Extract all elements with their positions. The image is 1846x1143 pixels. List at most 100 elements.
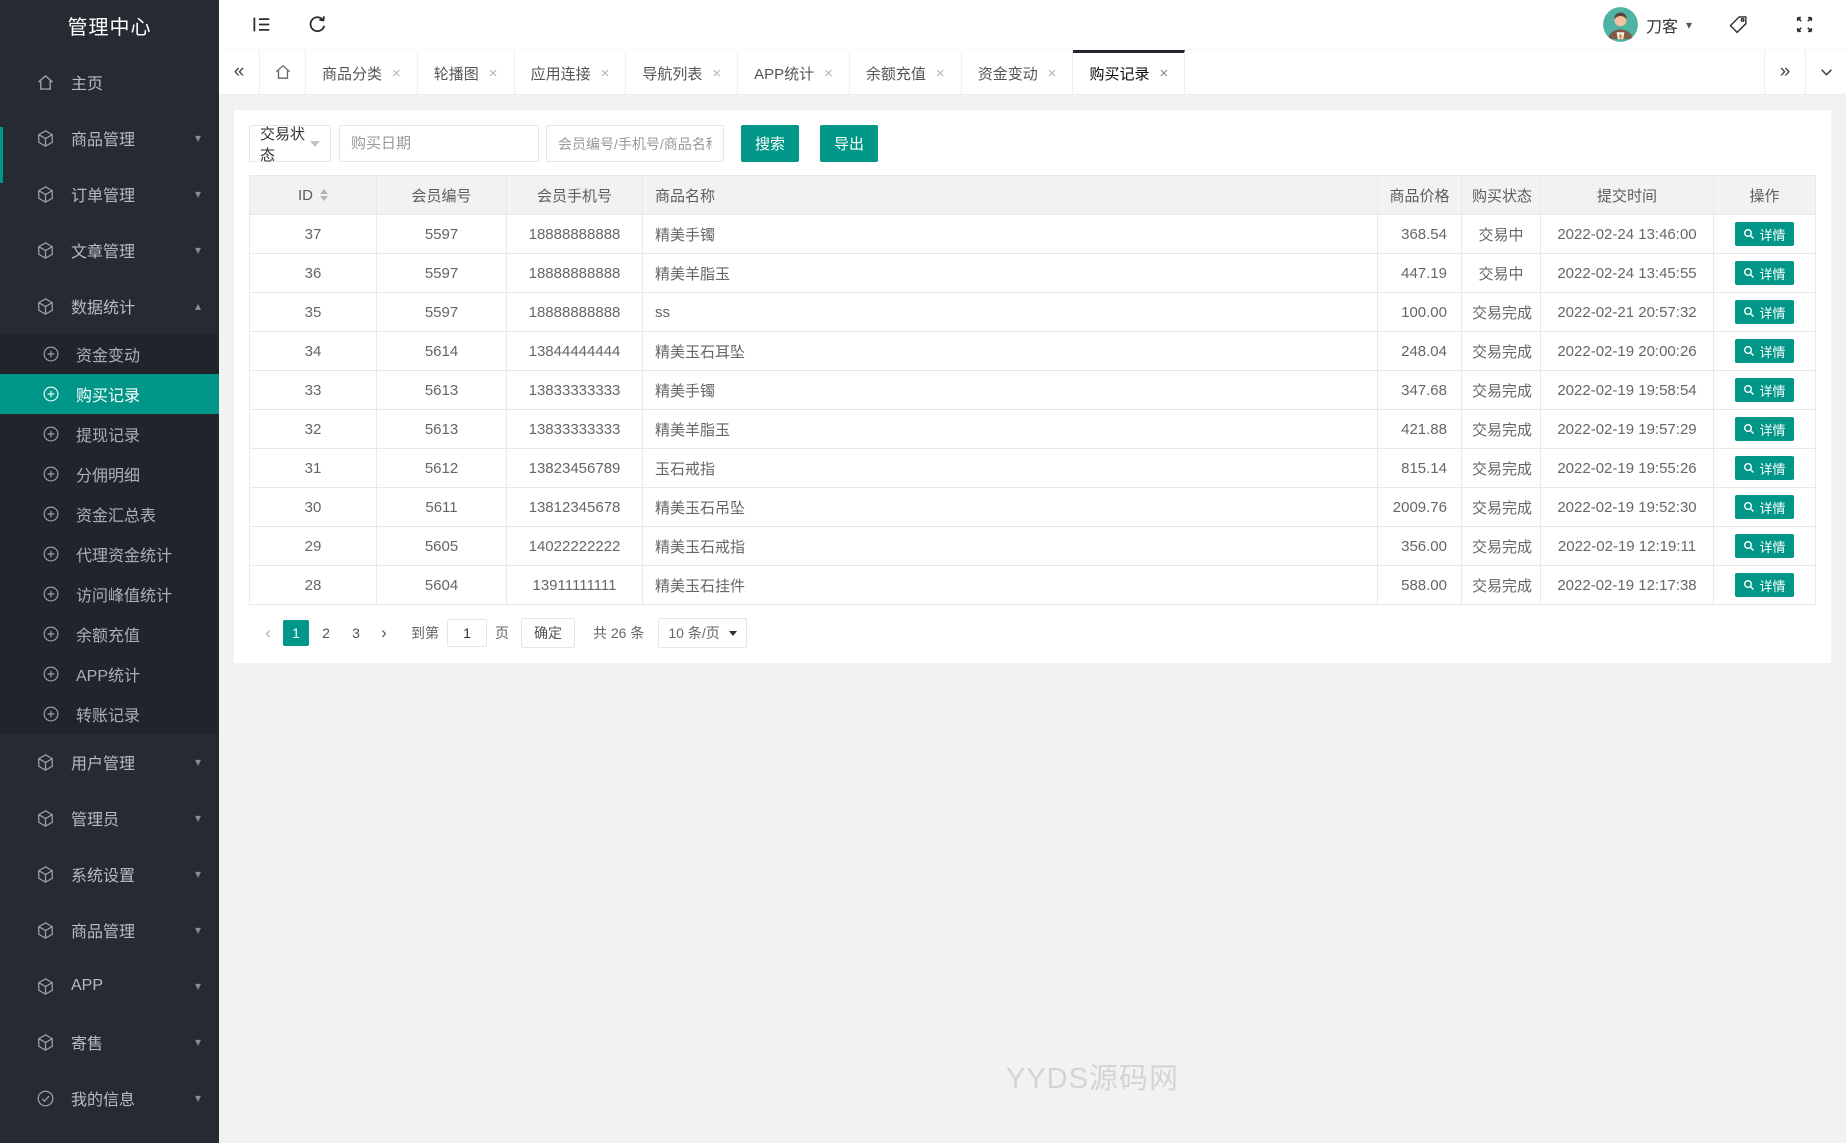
tag-button[interactable]	[1718, 5, 1758, 45]
tabs-scroll-left-button[interactable]: «	[219, 50, 260, 94]
cell-member-no: 5605	[376, 526, 507, 566]
tab[interactable]: 商品分类 ×	[306, 50, 418, 94]
detail-button[interactable]: 详情	[1735, 261, 1794, 285]
sidebar-subitem[interactable]: 分佣明细	[0, 454, 219, 494]
plus-circle-icon	[42, 505, 60, 523]
sidebar-subitem[interactable]: 资金变动	[0, 334, 219, 374]
sidebar-item[interactable]: 主页	[0, 54, 219, 110]
detail-button-label: 详情	[1759, 422, 1786, 438]
page-button[interactable]: 3	[343, 620, 369, 646]
detail-button[interactable]: 详情	[1735, 378, 1794, 402]
per-page-select[interactable]: 10 条/页	[658, 618, 747, 648]
tab[interactable]: APP统计 ×	[738, 50, 850, 94]
sidebar-subitem[interactable]: 提现记录	[0, 414, 219, 454]
cell-id: 30	[249, 487, 377, 527]
search-button[interactable]: 搜索	[741, 125, 800, 162]
chevron-down-icon: ▾	[194, 755, 201, 769]
sidebar-subitem[interactable]: 资金汇总表	[0, 494, 219, 534]
fullscreen-button[interactable]	[1784, 5, 1824, 45]
magnifier-icon	[1743, 228, 1755, 240]
export-button[interactable]: 导出	[820, 125, 879, 162]
user-menu[interactable]: 刀客 ▾	[1602, 7, 1692, 42]
sidebar-item[interactable]: APP ▾	[0, 958, 219, 1014]
close-icon[interactable]: ×	[1048, 66, 1057, 81]
tab[interactable]: 应用连接 ×	[515, 50, 627, 94]
sidebar-item[interactable]: 我的信息 ▾	[0, 1070, 219, 1126]
table-row: 31 5612 13823456789 玉石戒指 815.14 交易完成 202…	[249, 448, 1816, 488]
detail-button[interactable]: 详情	[1735, 339, 1794, 363]
tab[interactable]: 资金变动 ×	[962, 50, 1074, 94]
confirm-button[interactable]: 确定	[521, 618, 575, 648]
sidebar-item-label: 我的信息	[71, 1092, 136, 1109]
sidebar-subitem-label: 转账记录	[76, 708, 141, 725]
tab-bar: « 商品分类 × 轮播图 × 应用连接 × 导航列表 × APP统计 × 余额充…	[219, 50, 1846, 95]
pagination: ‹ 123 › 到第 页 确定 共 26 条 10 条/页	[249, 618, 1816, 648]
tabs-scroll-right-button[interactable]: »	[1764, 50, 1805, 94]
toolbar-right: 刀客 ▾	[1602, 5, 1824, 45]
tab-home[interactable]	[260, 50, 306, 94]
detail-button[interactable]: 详情	[1735, 300, 1794, 324]
sidebar-item[interactable]: 用户管理 ▾	[0, 734, 219, 790]
tab[interactable]: 导航列表 ×	[626, 50, 739, 94]
cell-id: 36	[249, 253, 377, 293]
trade-status-select[interactable]: 交易状态	[249, 125, 331, 164]
page-button[interactable]: 1	[283, 620, 309, 646]
tab[interactable]: 购买记录 ×	[1073, 50, 1186, 94]
sidebar-subitem[interactable]: APP统计	[0, 654, 219, 694]
sidebar-item[interactable]: 数据统计 ▴	[0, 278, 219, 334]
cell-product: 精美玉石吊坠	[642, 487, 1378, 527]
chevron-down-icon: ▾	[194, 131, 201, 145]
detail-button[interactable]: 详情	[1735, 222, 1794, 246]
detail-button[interactable]: 详情	[1735, 495, 1794, 519]
cell-id: 31	[249, 448, 377, 488]
refresh-button[interactable]	[297, 5, 337, 45]
close-icon[interactable]: ×	[601, 66, 610, 81]
sidebar-scrollbar-thumb[interactable]	[0, 127, 3, 183]
sidebar-subitem-label: 提现记录	[76, 428, 141, 445]
keyword-input[interactable]	[546, 125, 724, 162]
detail-button[interactable]: 详情	[1735, 456, 1794, 480]
tabs-menu-button[interactable]	[1805, 50, 1846, 94]
sidebar-item[interactable]: 商品管理 ▾	[0, 110, 219, 166]
purchase-date-input[interactable]	[339, 125, 539, 162]
cell-price: 447.19	[1377, 253, 1462, 293]
collapse-sidebar-button[interactable]	[241, 5, 281, 45]
prev-page-button[interactable]: ‹	[255, 620, 281, 646]
sidebar-item[interactable]: 文章管理 ▾	[0, 222, 219, 278]
detail-button[interactable]: 详情	[1735, 417, 1794, 441]
close-icon[interactable]: ×	[712, 66, 721, 81]
sidebar-item[interactable]: 系统设置 ▾	[0, 846, 219, 902]
chevron-down-icon: ▾	[194, 243, 201, 257]
sort-icon[interactable]	[320, 189, 328, 201]
next-page-button[interactable]: ›	[371, 620, 397, 646]
sidebar-item[interactable]: 订单管理 ▾	[0, 166, 219, 222]
sidebar-subitem[interactable]: 余额充值	[0, 614, 219, 654]
sidebar-subitem[interactable]: 访问峰值统计	[0, 574, 219, 614]
sidebar-item-label: 商品管理	[71, 132, 136, 149]
close-icon[interactable]: ×	[489, 66, 498, 81]
sidebar-item[interactable]: 商品管理 ▾	[0, 902, 219, 958]
close-icon[interactable]: ×	[392, 66, 401, 81]
cell-price: 588.00	[1377, 565, 1462, 605]
sidebar-subitem[interactable]: 转账记录	[0, 694, 219, 734]
detail-button[interactable]: 详情	[1735, 534, 1794, 558]
close-icon[interactable]: ×	[824, 66, 833, 81]
sidebar-item[interactable]: 管理员 ▾	[0, 790, 219, 846]
close-icon[interactable]: ×	[936, 66, 945, 81]
detail-button[interactable]: 详情	[1735, 573, 1794, 597]
check-circle-icon	[36, 1089, 55, 1108]
tab[interactable]: 余额充值 ×	[850, 50, 962, 94]
magnifier-icon	[1743, 579, 1755, 591]
chevron-down-icon: ▾	[194, 979, 201, 993]
cell-phone: 13823456789	[506, 448, 643, 488]
cube-icon	[36, 241, 55, 260]
page-button[interactable]: 2	[313, 620, 339, 646]
cell-product: 精美羊脂玉	[642, 409, 1378, 449]
sidebar-subitem[interactable]: 购买记录	[0, 374, 219, 414]
goto-page-input[interactable]	[447, 619, 487, 647]
refresh-icon	[307, 14, 328, 35]
close-icon[interactable]: ×	[1159, 66, 1168, 81]
tab[interactable]: 轮播图 ×	[418, 50, 515, 94]
sidebar-item[interactable]: 寄售 ▾	[0, 1014, 219, 1070]
sidebar-subitem[interactable]: 代理资金统计	[0, 534, 219, 574]
